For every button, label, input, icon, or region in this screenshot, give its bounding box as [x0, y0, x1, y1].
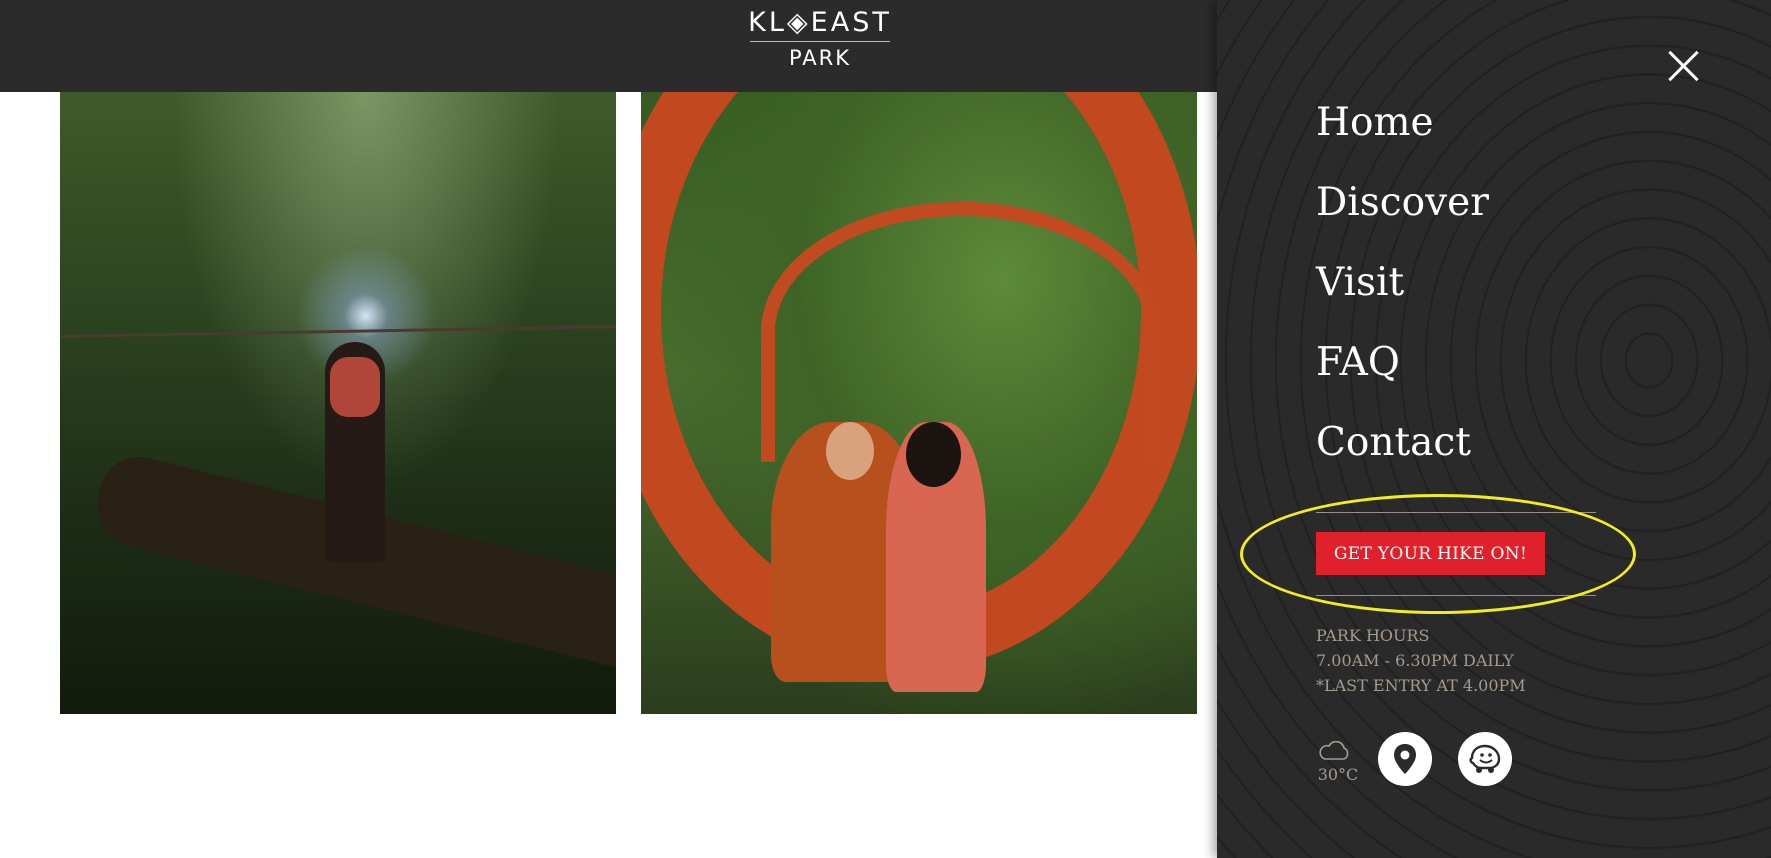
nav-item-visit[interactable]: Visit [1316, 255, 1489, 335]
map-pin-icon [1394, 744, 1416, 774]
nav-menu-panel [1217, 0, 1771, 858]
park-hours-daily: 7.00AM - 6.30PM DAILY [1316, 651, 1514, 670]
logo-wordmark: KL◈EAST [748, 7, 892, 38]
park-hours-last-entry: *LAST ENTRY AT 4.00PM [1316, 676, 1526, 695]
map-location-button[interactable] [1378, 732, 1432, 786]
photo-person-hair [906, 422, 961, 487]
park-logo[interactable]: KL◈EAST PARK [748, 8, 892, 70]
couple-sculpture-photo [641, 92, 1197, 714]
weather-widget: 30°C [1316, 741, 1360, 784]
close-icon[interactable] [1666, 49, 1700, 83]
logo-divider [750, 41, 890, 42]
nav-item-contact[interactable]: Contact [1316, 415, 1489, 495]
get-your-hike-on-button[interactable]: GET YOUR HIKE ON! [1316, 532, 1545, 575]
nav-item-faq[interactable]: FAQ [1316, 335, 1489, 415]
park-hours-title: PARK HOURS [1316, 626, 1430, 645]
photo-hiker-shirt [330, 357, 380, 417]
menu-divider-top [1316, 512, 1596, 513]
logo-subtitle: PARK [788, 46, 852, 70]
park-hours: PARK HOURS 7.00AM - 6.30PM DAILY *LAST E… [1316, 623, 1526, 698]
site-header: KL◈EAST PARK [0, 0, 1217, 92]
photo-person-head [826, 422, 874, 480]
photo-cable [60, 325, 616, 338]
waze-button[interactable] [1458, 732, 1512, 786]
main-nav: Home Discover Visit FAQ Contact [1316, 95, 1489, 495]
waze-icon [1469, 744, 1501, 773]
nav-item-home[interactable]: Home [1316, 95, 1489, 175]
cloud-icon [1319, 741, 1349, 760]
menu-divider-bottom [1316, 595, 1596, 596]
hiker-forest-photo [60, 92, 616, 714]
temperature: 30°C [1317, 765, 1359, 784]
nav-item-discover[interactable]: Discover [1316, 175, 1489, 255]
